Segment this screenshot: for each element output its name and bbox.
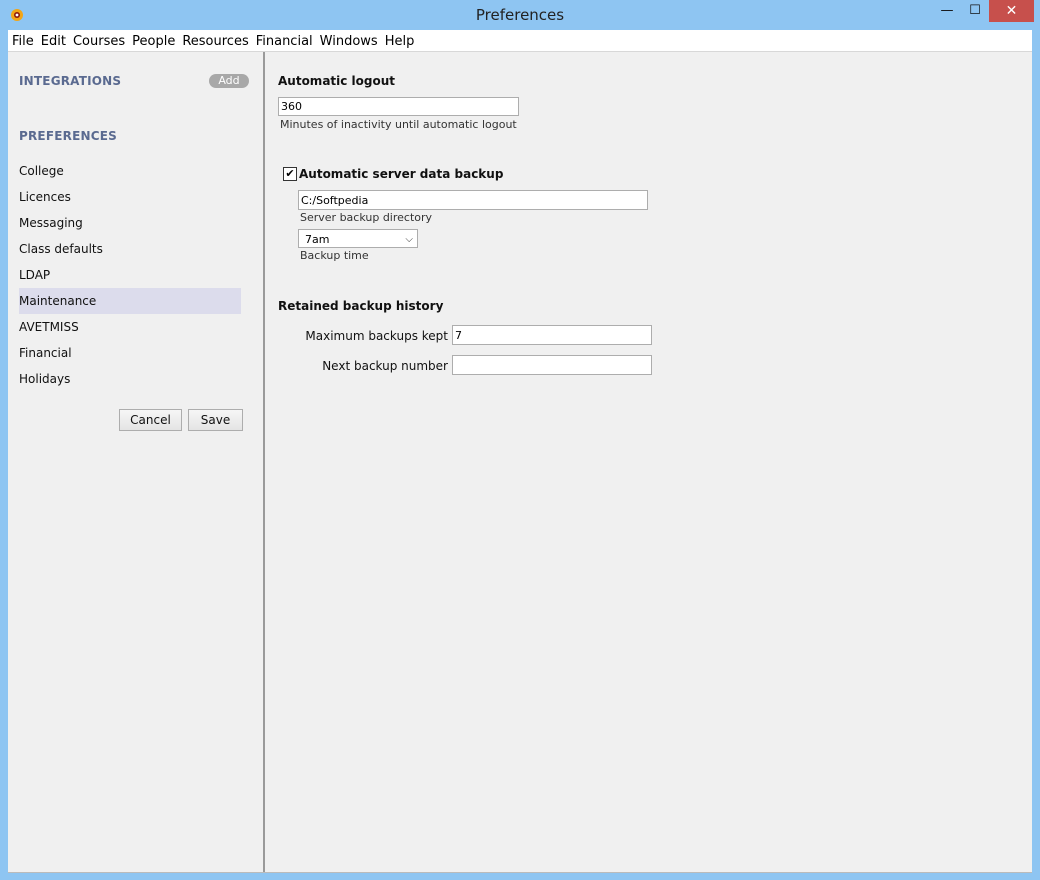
window-title: Preferences — [475, 6, 565, 24]
sidebar-item-class-defaults[interactable]: Class defaults — [19, 236, 241, 262]
sidebar-item-label: Class defaults — [19, 242, 103, 256]
sidebar-item-holidays[interactable]: Holidays — [19, 366, 241, 392]
sidebar-item-licences[interactable]: Licences — [19, 184, 241, 210]
menu-file[interactable]: File — [8, 31, 37, 49]
save-button[interactable]: Save — [188, 409, 243, 431]
backup-time-select[interactable]: 7am ⌵ — [298, 229, 418, 248]
menu-courses[interactable]: Courses — [69, 31, 128, 49]
maximize-button[interactable]: ☐ — [962, 0, 988, 22]
integrations-heading: INTEGRATIONS — [19, 74, 122, 88]
sidebar-item-label: College — [19, 164, 64, 178]
sidebar-item-label: Licences — [19, 190, 71, 204]
menu-windows[interactable]: Windows — [316, 31, 381, 49]
logout-minutes-hint: Minutes of inactivity until automatic lo… — [280, 118, 517, 131]
preferences-window: Preferences — ☐ ✕ File Edit Courses People R… — [0, 0, 1040, 880]
client-area: INTEGRATIONS Add PREFERENCES College Lic… — [8, 52, 1032, 873]
sidebar-item-college[interactable]: College — [19, 158, 241, 184]
sidebar-item-label: Maintenance — [19, 294, 97, 308]
max-backups-input[interactable]: 7 — [452, 325, 652, 345]
menu-people[interactable]: People — [128, 31, 178, 49]
menu-bar: File Edit Courses People Resources Financial W… — [8, 30, 1032, 52]
menu-edit[interactable]: Edit — [37, 31, 69, 49]
sidebar-item-messaging[interactable]: Messaging — [19, 210, 241, 236]
backup-directory-input[interactable]: C:/Softpedia — [298, 190, 648, 210]
logout-minutes-input[interactable]: 360 — [278, 97, 519, 116]
menu-financial[interactable]: Financial — [252, 31, 316, 49]
sidebar-item-label: Messaging — [19, 216, 83, 230]
sidebar-item-label: LDAP — [19, 268, 51, 282]
sidebar-item-avetmiss[interactable]: AVETMISS — [19, 314, 241, 340]
menu-help[interactable]: Help — [381, 31, 418, 49]
sidebar-item-financial[interactable]: Financial — [19, 340, 241, 366]
sidebar-item-label: Financial — [19, 346, 72, 360]
checkmark-icon: ✔ — [285, 167, 295, 180]
backup-time-value: 7am — [305, 233, 330, 246]
sidebar-item-ldap[interactable]: LDAP — [19, 262, 241, 288]
automatic-logout-heading: Automatic logout — [278, 74, 396, 88]
next-backup-label: Next backup number — [322, 359, 448, 373]
sidebar-item-maintenance[interactable]: Maintenance — [19, 288, 241, 314]
backup-time-hint: Backup time — [300, 249, 369, 262]
chevron-down-icon: ⌵ — [405, 234, 413, 245]
close-button[interactable]: ✕ — [989, 0, 1034, 22]
max-backups-label: Maximum backups kept — [305, 329, 448, 343]
title-bar[interactable]: Preferences — ☐ ✕ — [0, 0, 1040, 30]
sidebar-item-label: AVETMISS — [19, 320, 79, 334]
close-icon: ✕ — [1005, 3, 1018, 19]
add-integration-button[interactable]: Add — [209, 74, 249, 88]
minimize-icon: — — [940, 3, 954, 18]
preferences-heading: PREFERENCES — [19, 129, 117, 143]
maintenance-panel: Automatic logout 360 Minutes of inactivi… — [265, 52, 1032, 872]
retained-history-heading: Retained backup history — [278, 299, 444, 313]
automatic-backup-label[interactable]: Automatic server data backup — [299, 167, 503, 181]
next-backup-input[interactable] — [452, 355, 652, 375]
sidebar: INTEGRATIONS Add PREFERENCES College Lic… — [8, 52, 265, 872]
backup-directory-hint: Server backup directory — [300, 211, 433, 224]
maximize-icon: ☐ — [969, 3, 981, 18]
automatic-backup-checkbox[interactable]: ✔ — [283, 167, 297, 181]
minimize-button[interactable]: — — [934, 0, 960, 22]
cancel-button[interactable]: Cancel — [119, 409, 182, 431]
menu-resources[interactable]: Resources — [178, 31, 251, 49]
sidebar-item-label: Holidays — [19, 372, 71, 386]
